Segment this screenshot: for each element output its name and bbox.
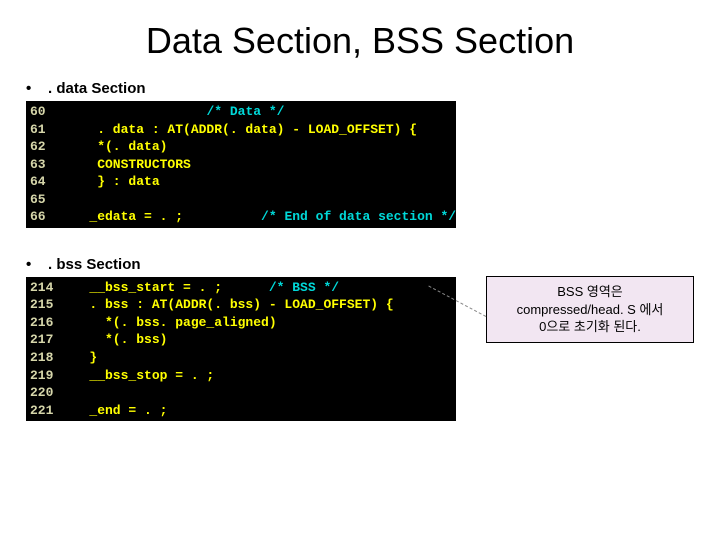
code-text: CONSTRUCTORS bbox=[66, 157, 191, 172]
code-text: __bss_stop = . ; bbox=[66, 368, 214, 383]
code-line: 61 . data : AT(ADDR(. data) - LOAD_OFFSE… bbox=[30, 121, 452, 139]
code-comment: /* Data */ bbox=[206, 104, 284, 119]
code-comment: /* End of data section */ bbox=[261, 209, 456, 224]
code-line: 219 __bss_stop = . ; bbox=[30, 367, 452, 385]
bss-code-block: 214 __bss_start = . ; /* BSS */215 . bss… bbox=[26, 277, 456, 421]
line-number: 220 bbox=[30, 384, 66, 402]
line-number: 219 bbox=[30, 367, 66, 385]
code-text: *(. bss) bbox=[66, 332, 167, 347]
line-number: 221 bbox=[30, 402, 66, 420]
code-comment: /* BSS */ bbox=[269, 280, 339, 295]
code-text: . bss : AT(ADDR(. bss) - LOAD_OFFSET) { bbox=[66, 297, 394, 312]
code-line: 217 *(. bss) bbox=[30, 331, 452, 349]
code-line: 221 _end = . ; bbox=[30, 402, 452, 420]
line-number: 64 bbox=[30, 173, 66, 191]
code-line: 218 } bbox=[30, 349, 452, 367]
line-number: 65 bbox=[30, 191, 66, 209]
code-text: } bbox=[66, 350, 97, 365]
code-text: __bss_start = . ; bbox=[66, 280, 269, 295]
code-line: 214 __bss_start = . ; /* BSS */ bbox=[30, 279, 452, 297]
code-text: *(. bss. page_aligned) bbox=[66, 315, 277, 330]
line-number: 60 bbox=[30, 103, 66, 121]
line-number: 214 bbox=[30, 279, 66, 297]
callout-text-3: 0으로 초기화 된다. bbox=[491, 318, 689, 336]
code-line: 60 /* Data */ bbox=[30, 103, 452, 121]
code-line: 66 _edata = . ; /* End of data section *… bbox=[30, 208, 452, 226]
line-number: 217 bbox=[30, 331, 66, 349]
code-line: 63 CONSTRUCTORS bbox=[30, 156, 452, 174]
code-line: 215 . bss : AT(ADDR(. bss) - LOAD_OFFSET… bbox=[30, 296, 452, 314]
code-text: . data : AT(ADDR(. data) - LOAD_OFFSET) … bbox=[66, 122, 417, 137]
bss-callout: BSS 영역은 compressed/head. S 에서 0으로 초기화 된다… bbox=[486, 276, 694, 343]
slide-title: Data Section, BSS Section bbox=[0, 0, 720, 72]
line-number: 215 bbox=[30, 296, 66, 314]
code-text: *(. data) bbox=[66, 139, 167, 154]
callout-text-2: compressed/head. S 에서 bbox=[491, 301, 689, 319]
code-text: _edata = . ; bbox=[66, 209, 261, 224]
bss-section-label: . bss Section bbox=[48, 256, 720, 273]
data-code-block: 60 /* Data */61 . data : AT(ADDR(. data)… bbox=[26, 101, 456, 228]
line-number: 61 bbox=[30, 121, 66, 139]
code-line: 220 bbox=[30, 384, 452, 402]
code-line: 64 } : data bbox=[30, 173, 452, 191]
code-line: 65 bbox=[30, 191, 452, 209]
line-number: 218 bbox=[30, 349, 66, 367]
data-section-label: . data Section bbox=[48, 80, 720, 97]
line-number: 216 bbox=[30, 314, 66, 332]
callout-text-1: BSS 영역은 bbox=[491, 283, 689, 301]
line-number: 62 bbox=[30, 138, 66, 156]
code-line: 216 *(. bss. page_aligned) bbox=[30, 314, 452, 332]
line-number: 63 bbox=[30, 156, 66, 174]
line-number: 66 bbox=[30, 208, 66, 226]
code-line: 62 *(. data) bbox=[30, 138, 452, 156]
code-text: _end = . ; bbox=[66, 403, 167, 418]
code-text bbox=[66, 104, 206, 119]
code-text: } : data bbox=[66, 174, 160, 189]
